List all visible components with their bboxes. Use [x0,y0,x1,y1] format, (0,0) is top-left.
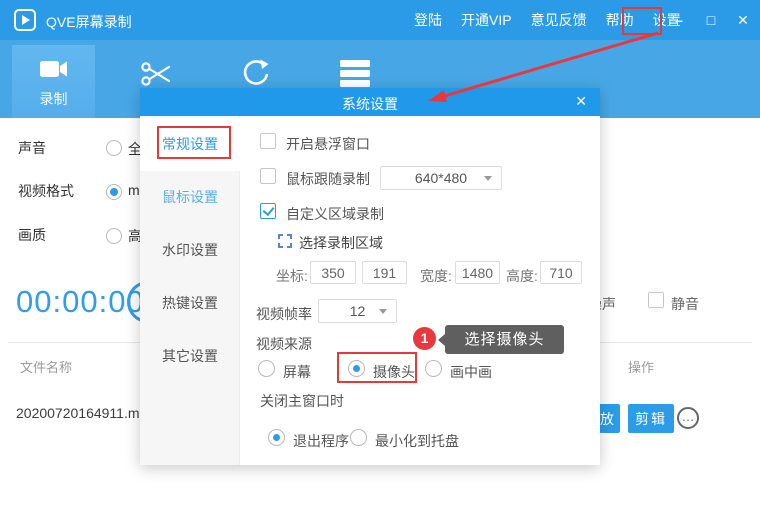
resolution-value: 640*480 [415,170,467,186]
source-screen-radio[interactable] [258,360,275,377]
minimize-tray-radio[interactable] [350,429,367,446]
file-name: 20200720164911.mp [16,405,147,421]
close-behavior-label: 关闭主窗口时 [260,391,344,411]
dialog-header: 系统设置 ✕ [140,88,600,116]
sidebar-item-mouse[interactable]: 鼠标设置 [140,171,240,224]
edit-scissors-icon[interactable] [139,57,175,91]
minimize-button[interactable]: – [670,12,688,28]
annotation-tooltip: 选择摄像头 [445,325,564,354]
custom-region-label: 自定义区域录制 [286,204,384,224]
video-format-option-label: m [128,182,140,198]
camera-icon [39,67,69,84]
video-format-label: 视频格式 [18,181,74,201]
dialog-sidebar: 常规设置 鼠标设置 水印设置 热键设置 其它设置 [140,116,240,465]
framerate-value: 12 [350,303,366,319]
coord-y-input[interactable] [362,261,407,284]
file-name-header: 文件名称 [20,357,72,376]
height-label: 高度: [506,266,538,286]
titlebar-menu: 登陆 开通VIP 意见反馈 帮助 设置 [414,0,681,40]
chevron-down-icon [484,176,492,181]
video-source-label: 视频来源 [256,334,312,354]
quality-radio[interactable] [106,228,122,244]
width-label: 宽度: [420,266,452,286]
settings-dialog: 系统设置 ✕ 常规设置 鼠标设置 水印设置 热键设置 其它设置 开启悬浮窗口 鼠… [140,88,600,465]
sidebar-item-watermark[interactable]: 水印设置 [140,224,240,277]
source-camera-label: 摄像头 [373,362,415,382]
sound-label: 声音 [18,138,46,158]
source-screen-label: 屏幕 [283,362,311,382]
minimize-tray-label: 最小化到托盘 [375,431,459,451]
float-window-label: 开启悬浮窗口 [286,134,370,154]
custom-region-checkbox[interactable] [260,203,276,219]
video-format-radio[interactable] [106,184,122,200]
mouse-follow-label: 鼠标跟随录制 [286,169,370,189]
framerate-select[interactable]: 12 [318,299,397,323]
app-window: QVE屏幕录制 登陆 开通VIP 意见反馈 帮助 设置 – □ ✕ 录制 [0,0,760,520]
window-controls: – □ ✕ [670,0,752,40]
convert-icon[interactable] [238,57,274,91]
exit-program-radio[interactable] [268,429,285,446]
mute-checkbox[interactable] [648,292,664,308]
mute-label: 静音 [671,294,699,314]
sidebar-item-other[interactable]: 其它设置 [140,330,240,383]
menu-login[interactable]: 登陆 [414,10,442,30]
menu-vip[interactable]: 开通VIP [461,10,512,30]
quality-label: 画质 [18,225,46,245]
edit-button[interactable]: 剪辑 [628,404,674,433]
select-region-icon [278,234,292,248]
source-pip-radio[interactable] [425,360,442,377]
resolution-select[interactable]: 640*480 [380,166,502,190]
chevron-down-icon [379,309,387,314]
coord-label: 坐标: [276,266,308,286]
exit-program-label: 退出程序 [293,431,349,451]
menu-help[interactable]: 帮助 [606,10,634,30]
tab-record[interactable]: 录制 [12,45,95,118]
source-pip-label: 画中画 [450,362,492,382]
app-title: QVE屏幕录制 [46,12,132,32]
menu-feedback[interactable]: 意见反馈 [531,10,587,30]
source-camera-radio[interactable] [348,360,365,377]
float-window-checkbox[interactable] [260,133,276,149]
sound-radio[interactable] [106,140,122,156]
framerate-label: 视频帧率 [256,304,312,324]
mouse-follow-checkbox[interactable] [260,168,276,184]
action-header: 操作 [628,357,654,376]
divider [600,342,752,343]
titlebar: QVE屏幕录制 登陆 开通VIP 意见反馈 帮助 设置 – □ ✕ [0,0,760,40]
coord-x-input[interactable] [310,261,356,284]
dialog-close-icon[interactable]: ✕ [575,93,587,110]
record-timer: 00:00:00 [16,284,145,320]
height-input[interactable] [540,261,582,284]
tab-record-label: 录制 [12,89,95,109]
select-region-label[interactable]: 选择录制区域 [299,233,383,253]
annotation-step-badge: 1 [413,327,436,350]
sidebar-item-hotkey[interactable]: 热键设置 [140,277,240,330]
divider [8,342,140,343]
maximize-button[interactable]: □ [702,12,720,28]
dialog-title: 系统设置 [140,94,600,114]
more-options-icon[interactable]: … [677,407,699,429]
app-logo-icon [14,9,36,31]
sidebar-item-general[interactable]: 常规设置 [140,118,240,171]
close-button[interactable]: ✕ [734,12,752,29]
width-input[interactable] [455,261,500,284]
